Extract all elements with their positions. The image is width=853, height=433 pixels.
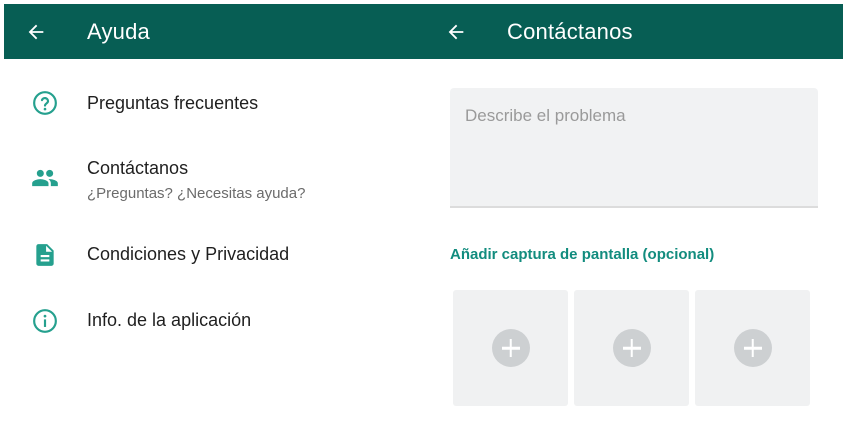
arrow-left-icon xyxy=(28,24,44,39)
help-circle-icon xyxy=(30,88,60,118)
add-icon xyxy=(491,329,530,367)
back-button[interactable] xyxy=(432,4,480,59)
back-button[interactable] xyxy=(12,4,60,59)
people-icon xyxy=(30,163,60,193)
problem-placeholder: Describe el problema xyxy=(465,106,626,125)
screenshot-slot-1[interactable] xyxy=(453,290,568,406)
info-circle-icon xyxy=(30,306,60,336)
menu-item-label: Info. de la aplicación xyxy=(87,310,252,330)
menu-item-label: Contáctanos xyxy=(87,158,189,178)
menu-item-terms[interactable]: Condiciones y Privacidad xyxy=(4,236,426,276)
arrow-left-icon xyxy=(448,24,464,39)
menu-item-faq[interactable]: Preguntas frecuentes xyxy=(4,84,426,124)
menu-item-label: Condiciones y Privacidad xyxy=(87,244,290,264)
menu-item-contact[interactable]: Contáctanos ¿Preguntas? ¿Necesitas ayuda… xyxy=(4,148,426,208)
screenshot-slot-2[interactable] xyxy=(574,290,689,406)
screenshot-label: Añadir captura de pantalla (opcional) xyxy=(450,246,715,263)
help-toolbar: Ayuda xyxy=(4,4,426,59)
screenshot-slot-3[interactable] xyxy=(695,290,810,406)
contact-toolbar: Contáctanos xyxy=(426,4,843,59)
menu-item-subtitle: ¿Preguntas? ¿Necesitas ayuda? xyxy=(87,185,306,202)
page-title: Contáctanos xyxy=(507,19,633,44)
page-title: Ayuda xyxy=(87,19,150,44)
document-icon xyxy=(30,240,60,270)
screen: Ayuda Contáctanos Preguntas frecuentes C… xyxy=(0,0,853,433)
add-icon xyxy=(733,329,772,367)
add-icon xyxy=(612,329,651,367)
menu-item-app-info[interactable]: Info. de la aplicación xyxy=(4,302,426,342)
menu-item-label: Preguntas frecuentes xyxy=(87,93,259,113)
problem-description-input[interactable]: Describe el problema xyxy=(450,88,818,208)
